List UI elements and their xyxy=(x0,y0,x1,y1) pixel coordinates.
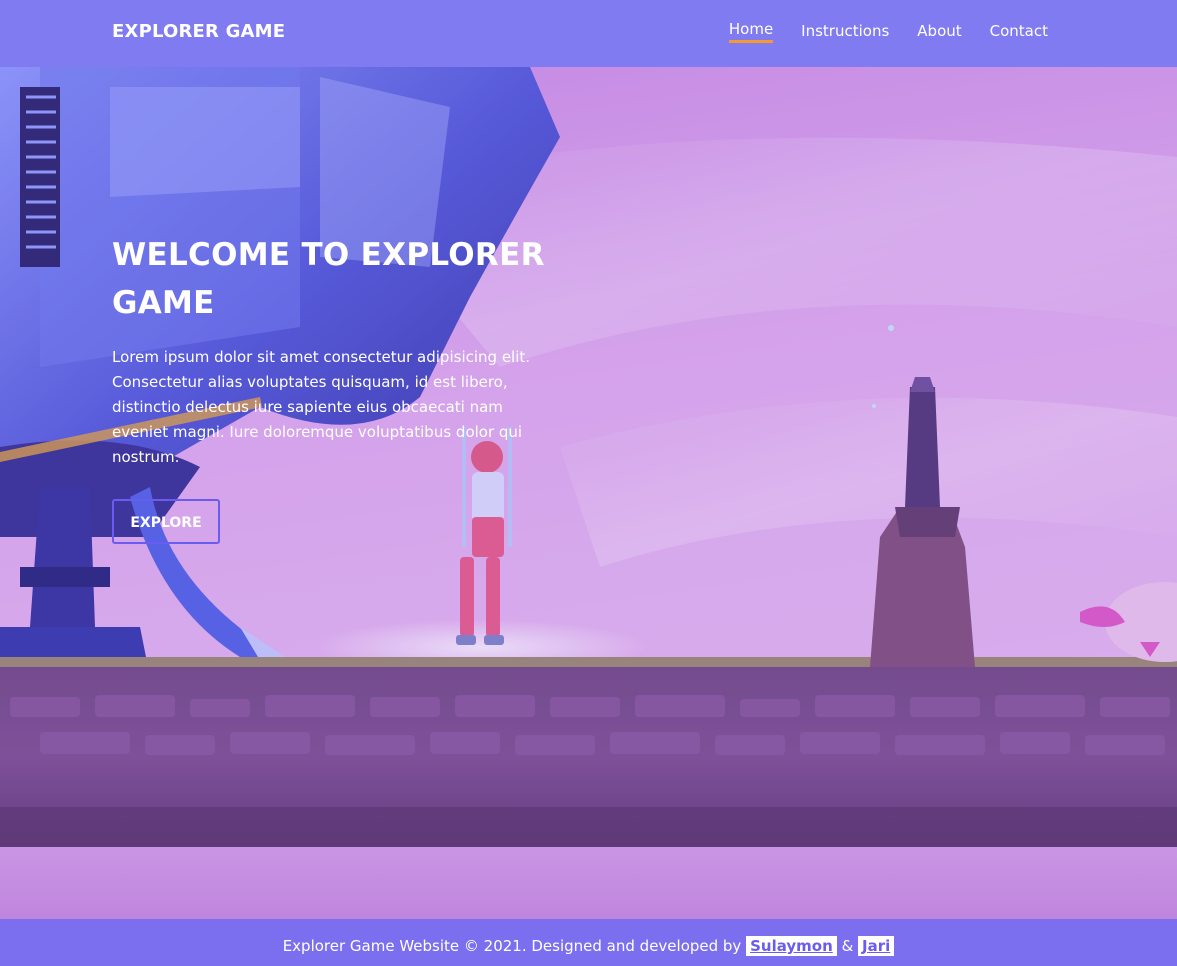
hero-title-line1: WELCOME TO EXPLORER xyxy=(112,237,545,273)
navbar: EXPLORER GAME Home Instructions About Co… xyxy=(0,0,1177,67)
brand-logo[interactable]: EXPLORER GAME xyxy=(112,21,285,42)
footer-text: Explorer Game Website © 2021. Designed a… xyxy=(282,937,742,955)
author-link-sulaymon[interactable]: Sulaymon xyxy=(746,936,837,956)
footer-separator: & xyxy=(841,937,854,955)
nav-link-contact[interactable]: Contact xyxy=(990,22,1048,44)
nav-link-instructions[interactable]: Instructions xyxy=(801,22,889,44)
page: EXPLORER GAME Home Instructions About Co… xyxy=(0,0,1177,966)
hero-content: WELCOME TO EXPLORER GAME Lorem ipsum dol… xyxy=(112,231,572,544)
explore-button[interactable]: EXPLORE xyxy=(112,499,220,544)
nav-link-home[interactable]: Home xyxy=(728,20,774,43)
hero-section: WELCOME TO EXPLORER GAME Lorem ipsum dol… xyxy=(0,67,1177,919)
hero-title: WELCOME TO EXPLORER GAME xyxy=(112,231,572,327)
nav-link-about[interactable]: About xyxy=(917,22,961,44)
hero-description: Lorem ipsum dolor sit amet consectetur a… xyxy=(112,348,531,466)
footer-content: Explorer Game Website © 2021. Designed a… xyxy=(0,936,1177,956)
nav-links: Home Instructions About Contact xyxy=(728,20,1048,44)
author-link-jari[interactable]: Jari xyxy=(858,936,895,956)
hero-title-line2: GAME xyxy=(112,285,215,321)
footer: Explorer Game Website © 2021. Designed a… xyxy=(0,919,1177,966)
